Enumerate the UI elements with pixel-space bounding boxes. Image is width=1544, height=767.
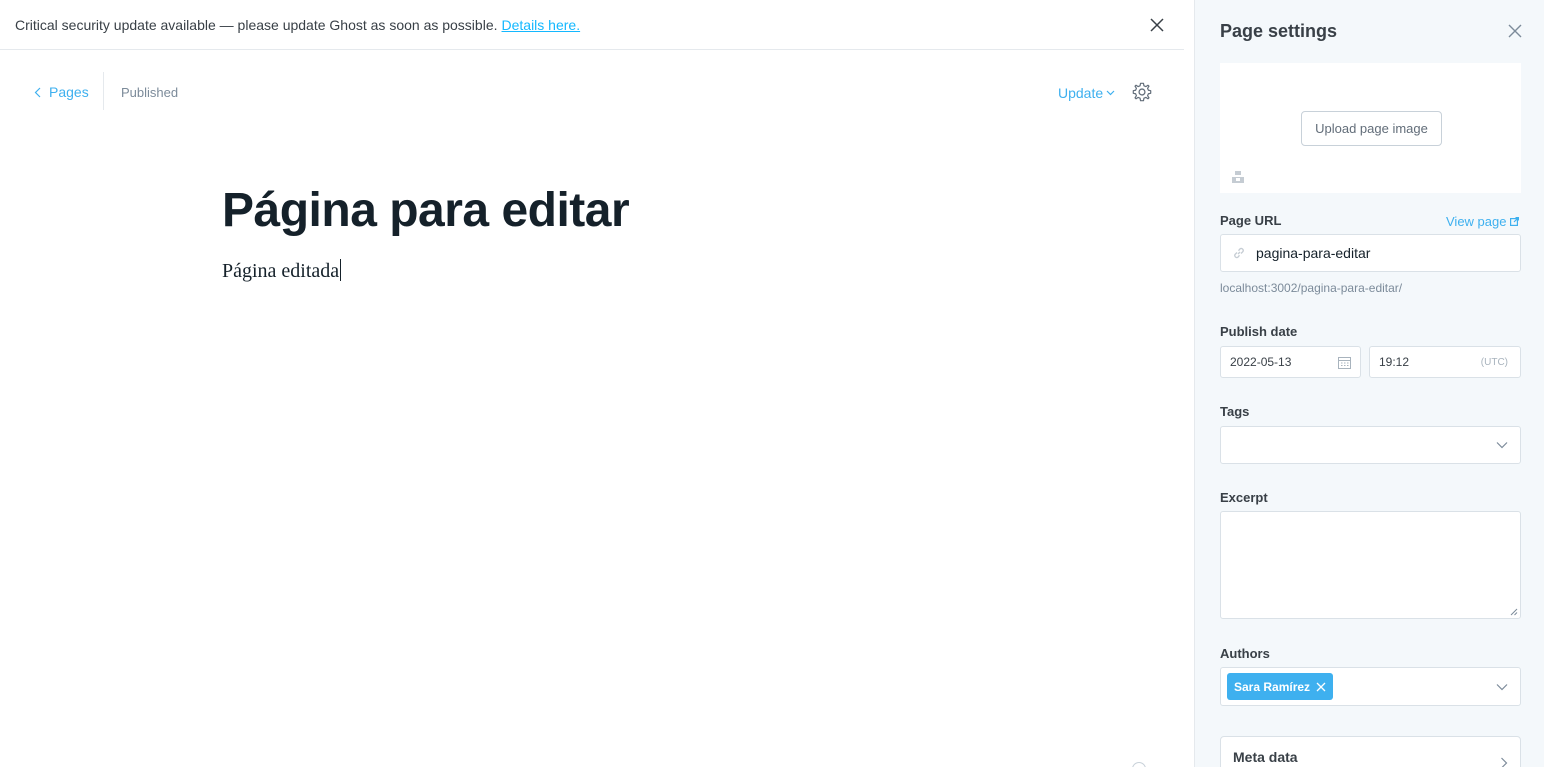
chevron-right-icon [1501,757,1508,767]
close-icon[interactable] [1147,15,1167,35]
upload-page-image-button[interactable]: Upload page image [1301,111,1442,146]
link-icon [1234,247,1244,259]
text-caret [340,259,342,281]
author-name: Sara Ramírez [1234,679,1311,694]
publish-date-label: Publish date [1220,324,1298,339]
help-icon[interactable] [1132,762,1146,767]
chevron-down-icon [1106,90,1115,96]
publish-date-value: 2022-05-13 [1230,355,1292,369]
timezone-label: (UTC) [1480,357,1508,368]
page-url-value: pagina-para-editar [1256,245,1371,261]
editor-header: Pages Published Update [0,50,1184,136]
back-to-pages-link[interactable]: Pages [34,84,89,100]
authors-label: Authors [1220,646,1270,661]
post-status: Published [121,85,179,100]
page-url-input[interactable]: pagina-para-editar [1220,234,1521,272]
page-url-hint: localhost:3002/pagina-para-editar/ [1220,281,1403,295]
publish-time-input[interactable]: 19:12 (UTC) [1369,346,1521,378]
security-update-banner: Critical security update available — ple… [0,0,1184,50]
publish-date-input[interactable]: 2022-05-13 [1220,346,1361,378]
post-title[interactable]: Página para editar [222,183,630,238]
excerpt-textarea[interactable] [1220,511,1521,619]
post-body-text: Página editada [222,260,340,282]
close-icon[interactable] [1507,23,1523,39]
chevron-left-icon [34,87,41,97]
view-page-link[interactable]: View page [1446,214,1520,229]
post-body[interactable]: Página editada [222,259,342,283]
tags-select[interactable] [1220,426,1521,464]
external-link-icon [1510,217,1520,226]
meta-data-label: Meta data [1233,749,1298,765]
back-link-label: Pages [49,84,89,100]
chevron-down-icon [1496,684,1508,691]
authors-select[interactable]: Sara Ramírez [1220,667,1521,706]
calendar-icon[interactable] [1338,356,1351,369]
page-image-uploader: Upload page image [1220,63,1521,193]
publish-time-value: 19:12 [1379,355,1410,369]
resize-handle-icon[interactable] [1510,608,1518,616]
update-button[interactable]: Update [1058,85,1115,101]
chevron-down-icon [1496,442,1508,449]
panel-title: Page settings [1220,21,1338,41]
unsplash-icon[interactable] [1231,170,1245,184]
banner-details-link[interactable]: Details here. [502,17,581,33]
meta-data-menu-item[interactable]: Meta data [1220,736,1521,767]
remove-author-icon[interactable] [1316,682,1326,692]
tags-label: Tags [1220,404,1250,419]
header-divider [103,72,104,110]
excerpt-label: Excerpt [1220,490,1268,505]
author-tag[interactable]: Sara Ramírez [1227,673,1334,700]
gear-icon[interactable] [1131,81,1153,103]
page-settings-panel: Page settings Upload page image Page URL… [1194,0,1544,767]
banner-message: Critical security update available — ple… [15,16,498,33]
page-url-label: Page URL [1220,213,1282,228]
view-page-label: View page [1446,214,1507,229]
update-label: Update [1058,85,1104,101]
